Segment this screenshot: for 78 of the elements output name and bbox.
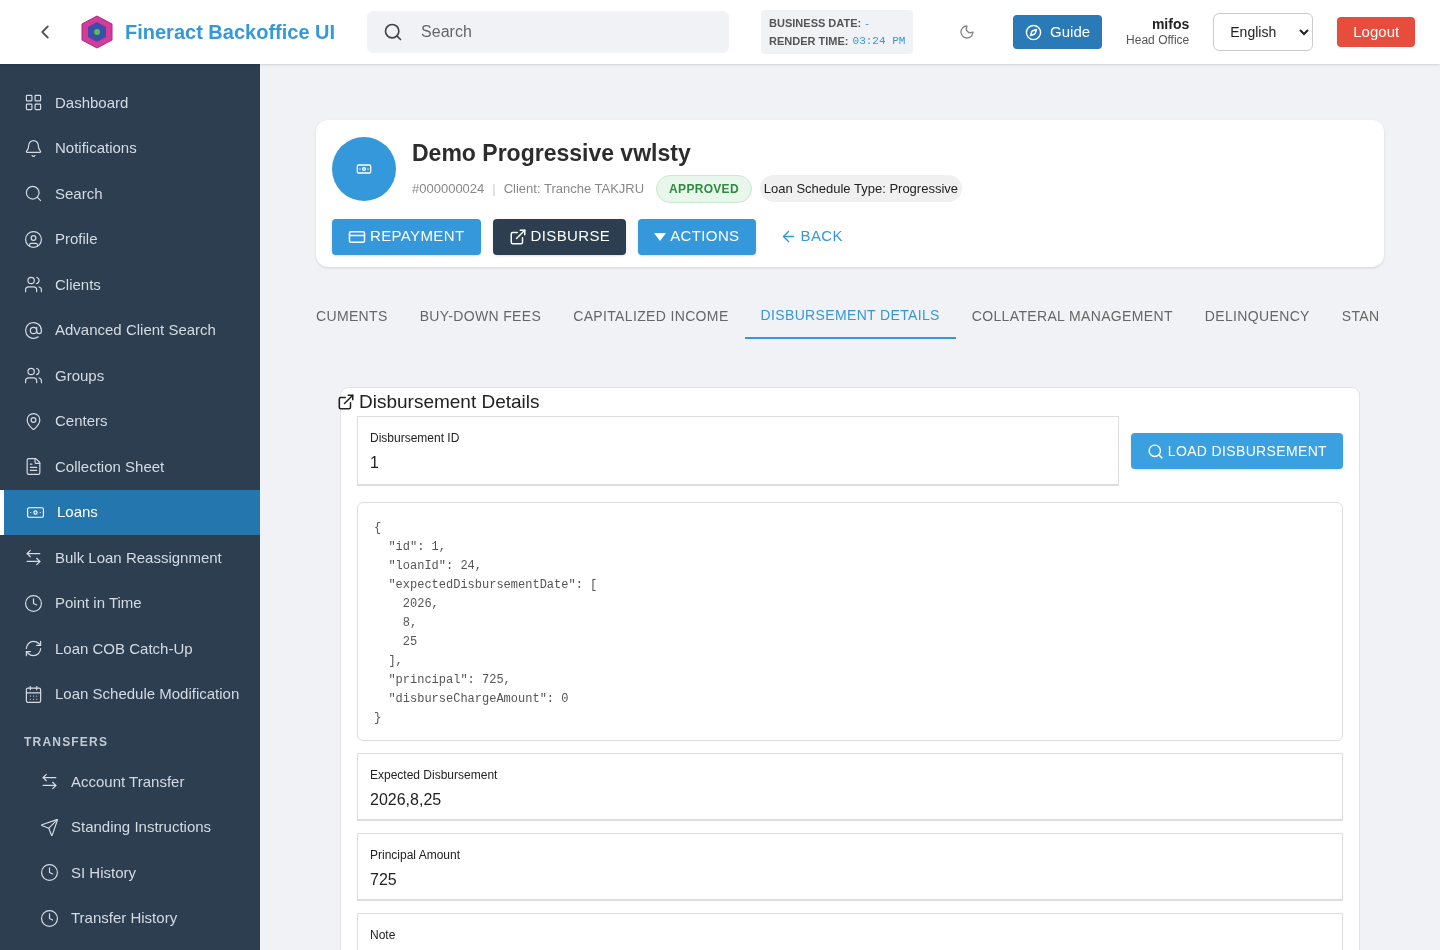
sidebar-item[interactable]: Account Transfer — [0, 759, 260, 805]
app-title: Fineract Backoffice UI — [125, 20, 336, 45]
sidebar-item[interactable]: Advanced Client Search — [0, 307, 260, 353]
clock-icon — [24, 593, 43, 613]
loan-name: Demo Progressive vwlsty — [412, 139, 692, 168]
sidebar-item[interactable]: Search — [0, 171, 260, 217]
loan-number: #000000024 — [412, 179, 485, 198]
search-icon — [1146, 442, 1164, 460]
at-sign-icon — [24, 320, 43, 340]
external-link-icon — [337, 392, 355, 411]
field-label: Disbursement ID — [370, 430, 461, 447]
users-icon — [24, 366, 43, 386]
loan-client: Client: Tranche TAKJRU — [503, 179, 645, 198]
sidebar-item[interactable]: Centers — [0, 398, 260, 444]
field-label: Expected Disbursement — [370, 767, 499, 784]
dark-mode-icon[interactable] — [959, 24, 976, 40]
tab[interactable]: CAPITALIZED INCOME — [557, 294, 745, 339]
sidebar-item[interactable]: Standing Instructions — [0, 804, 260, 850]
map-pin-icon — [24, 411, 43, 431]
sidebar-item[interactable]: Profile — [0, 216, 260, 262]
tab[interactable]: CUMENTS — [316, 294, 404, 339]
send-icon — [40, 817, 59, 837]
render-time-label: RENDER TIME: — [769, 34, 849, 49]
field-value: 725 — [370, 870, 398, 890]
bell-icon — [24, 138, 43, 158]
logo-icon — [81, 15, 113, 49]
tab[interactable]: COLLATERAL MANAGEMENT — [955, 294, 1189, 339]
tab[interactable]: BUY-DOWN FEES — [403, 294, 558, 339]
logout-button[interactable]: Logout — [1337, 17, 1416, 47]
user-office: Head Office — [1126, 32, 1190, 48]
sidebar-item[interactable]: Transfer History — [0, 895, 260, 941]
sidebar-item[interactable]: Collection Sheet — [0, 444, 260, 490]
sidebar-item[interactable]: Dashboard — [0, 80, 260, 126]
section-heading: TRANSFERS — [23, 734, 110, 751]
grid-icon — [24, 93, 43, 113]
external-link-icon — [508, 227, 527, 246]
language-select[interactable]: English — [1213, 13, 1314, 51]
swap-arrows-icon — [40, 772, 59, 792]
card-title: Disbursement Details — [359, 389, 540, 414]
swap-arrows-icon — [24, 548, 43, 568]
sidebar-item[interactable]: Groups — [0, 353, 260, 399]
render-time-value: 03:24 PM — [852, 34, 906, 49]
sidebar-item[interactable]: Loan COB Catch-Up — [0, 626, 260, 672]
json-output: { "id": 1, "loanId": 24, "expectedDisbursementDate": [ 2026, 8, 25 ], "principal": 725, "disburseChargeAmount": 0 } — [357, 502, 1343, 741]
status-badge: APPROVED — [656, 174, 752, 203]
search-icon — [24, 184, 43, 204]
user-icon — [24, 229, 43, 249]
field-value: 1 — [370, 453, 380, 473]
tab[interactable]: DELINQUENCY — [1188, 294, 1326, 339]
users-icon — [24, 275, 43, 295]
schedule-type-chip: Loan Schedule Type: Progressive — [759, 174, 963, 203]
user-name: mifos — [1151, 16, 1190, 32]
disbursement-id-field[interactable]: Disbursement ID 1 — [357, 416, 1119, 486]
sidebar-item[interactable]: SI History — [0, 850, 260, 896]
separator: | — [492, 179, 496, 198]
sidebar-item[interactable]: Clients — [0, 262, 260, 308]
tab[interactable]: STAN — [1325, 294, 1384, 339]
clock-icon — [40, 863, 59, 883]
refresh-icon — [24, 639, 43, 659]
document-icon — [24, 457, 43, 477]
field-label: Note — [370, 927, 397, 944]
field-label: Principal Amount — [370, 847, 462, 864]
guide-button[interactable]: Guide — [1013, 15, 1103, 49]
sidebar-item[interactable]: Point in Time — [0, 580, 260, 626]
sidebar-item[interactable]: Loan Schedule Modification — [0, 671, 260, 717]
sidebar-item[interactable]: Bulk Loan Reassignment — [0, 535, 260, 581]
calendar-icon — [24, 684, 43, 704]
business-date-value: - — [865, 16, 869, 31]
business-date-label: BUSINESS DATE: — [769, 16, 862, 31]
clock-icon — [40, 908, 59, 928]
search-field[interactable]: Search — [367, 11, 730, 53]
sidebar-item[interactable]: Notifications — [0, 125, 260, 171]
compass-icon — [1025, 23, 1043, 41]
disburse-button[interactable]: DISBURSE — [492, 218, 627, 255]
search-icon — [383, 22, 404, 42]
field-value: 2026,8,25 — [370, 790, 443, 810]
caret-icon — [654, 232, 667, 241]
sidebar-item[interactable]: Loans — [0, 489, 260, 535]
